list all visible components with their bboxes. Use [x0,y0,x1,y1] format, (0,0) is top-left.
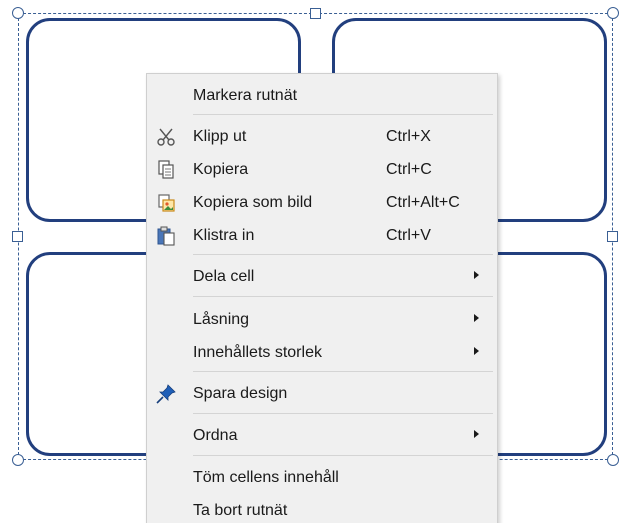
menu-item-label: Ta bort rutnät [193,502,288,519]
menu-item-label: Kopiera som bild [193,194,313,211]
menu-item-label: Kopiera [193,161,249,178]
menu-separator [193,413,493,414]
menu-item-locking[interactable]: Låsning [147,305,497,335]
menu-item-label: Innehållets storlek [193,344,322,361]
menu-item-shortcut: Ctrl+V [386,227,431,244]
submenu-arrow-icon [474,314,479,322]
menu-item-label: Spara design [193,385,288,402]
menu-item-copy[interactable]: Kopiera Ctrl+C [147,155,497,185]
menu-item-select-grid[interactable]: Markera rutnät [147,81,497,111]
menu-item-split-cell[interactable]: Dela cell [147,262,497,292]
submenu-arrow-icon [474,430,479,438]
menu-item-label: Töm cellens innehåll [193,469,339,486]
menu-item-shortcut: Ctrl+Alt+C [386,194,460,211]
menu-separator [193,455,493,456]
resize-handle-right-center[interactable] [607,231,618,242]
menu-item-label: Ordna [193,427,238,444]
menu-item-cut[interactable]: Klipp ut Ctrl+X [147,122,497,152]
menu-item-arrange[interactable]: Ordna [147,421,497,451]
paste-icon [155,225,177,247]
context-menu: Markera rutnät Klipp ut Ctrl+X Kopiera C… [146,73,498,523]
menu-item-label: Markera rutnät [193,87,298,104]
copy-icon [155,159,177,181]
menu-separator [193,296,493,297]
menu-item-clear-cell-content[interactable]: Töm cellens innehåll [147,463,497,493]
menu-separator [193,254,493,255]
resize-handle-left-center[interactable] [12,231,23,242]
grid-canvas: Markera rutnät Klipp ut Ctrl+X Kopiera C… [0,0,619,523]
resize-handle-bottom-right[interactable] [607,454,619,466]
submenu-arrow-icon [474,347,479,355]
menu-item-save-design[interactable]: Spara design [147,379,497,409]
menu-item-label: Låsning [193,311,250,328]
menu-item-copy-as-image[interactable]: Kopiera som bild Ctrl+Alt+C [147,188,497,218]
menu-item-shortcut: Ctrl+C [386,161,432,178]
menu-item-label: Klipp ut [193,128,247,145]
menu-item-label: Dela cell [193,268,255,285]
resize-handle-top-center[interactable] [310,8,321,19]
menu-separator [193,371,493,372]
menu-item-paste[interactable]: Klistra in Ctrl+V [147,221,497,251]
submenu-arrow-icon [474,271,479,279]
resize-handle-top-left[interactable] [12,7,24,19]
menu-separator [193,114,493,115]
menu-item-shortcut: Ctrl+X [386,128,431,145]
resize-handle-bottom-left[interactable] [12,454,24,466]
scissors-icon [155,126,177,148]
menu-item-content-size[interactable]: Innehållets storlek [147,338,497,368]
copy-image-icon [155,192,177,214]
resize-handle-top-right[interactable] [607,7,619,19]
menu-item-delete-grid[interactable]: Ta bort rutnät [147,496,497,523]
menu-item-label: Klistra in [193,227,255,244]
pin-icon [155,383,177,405]
